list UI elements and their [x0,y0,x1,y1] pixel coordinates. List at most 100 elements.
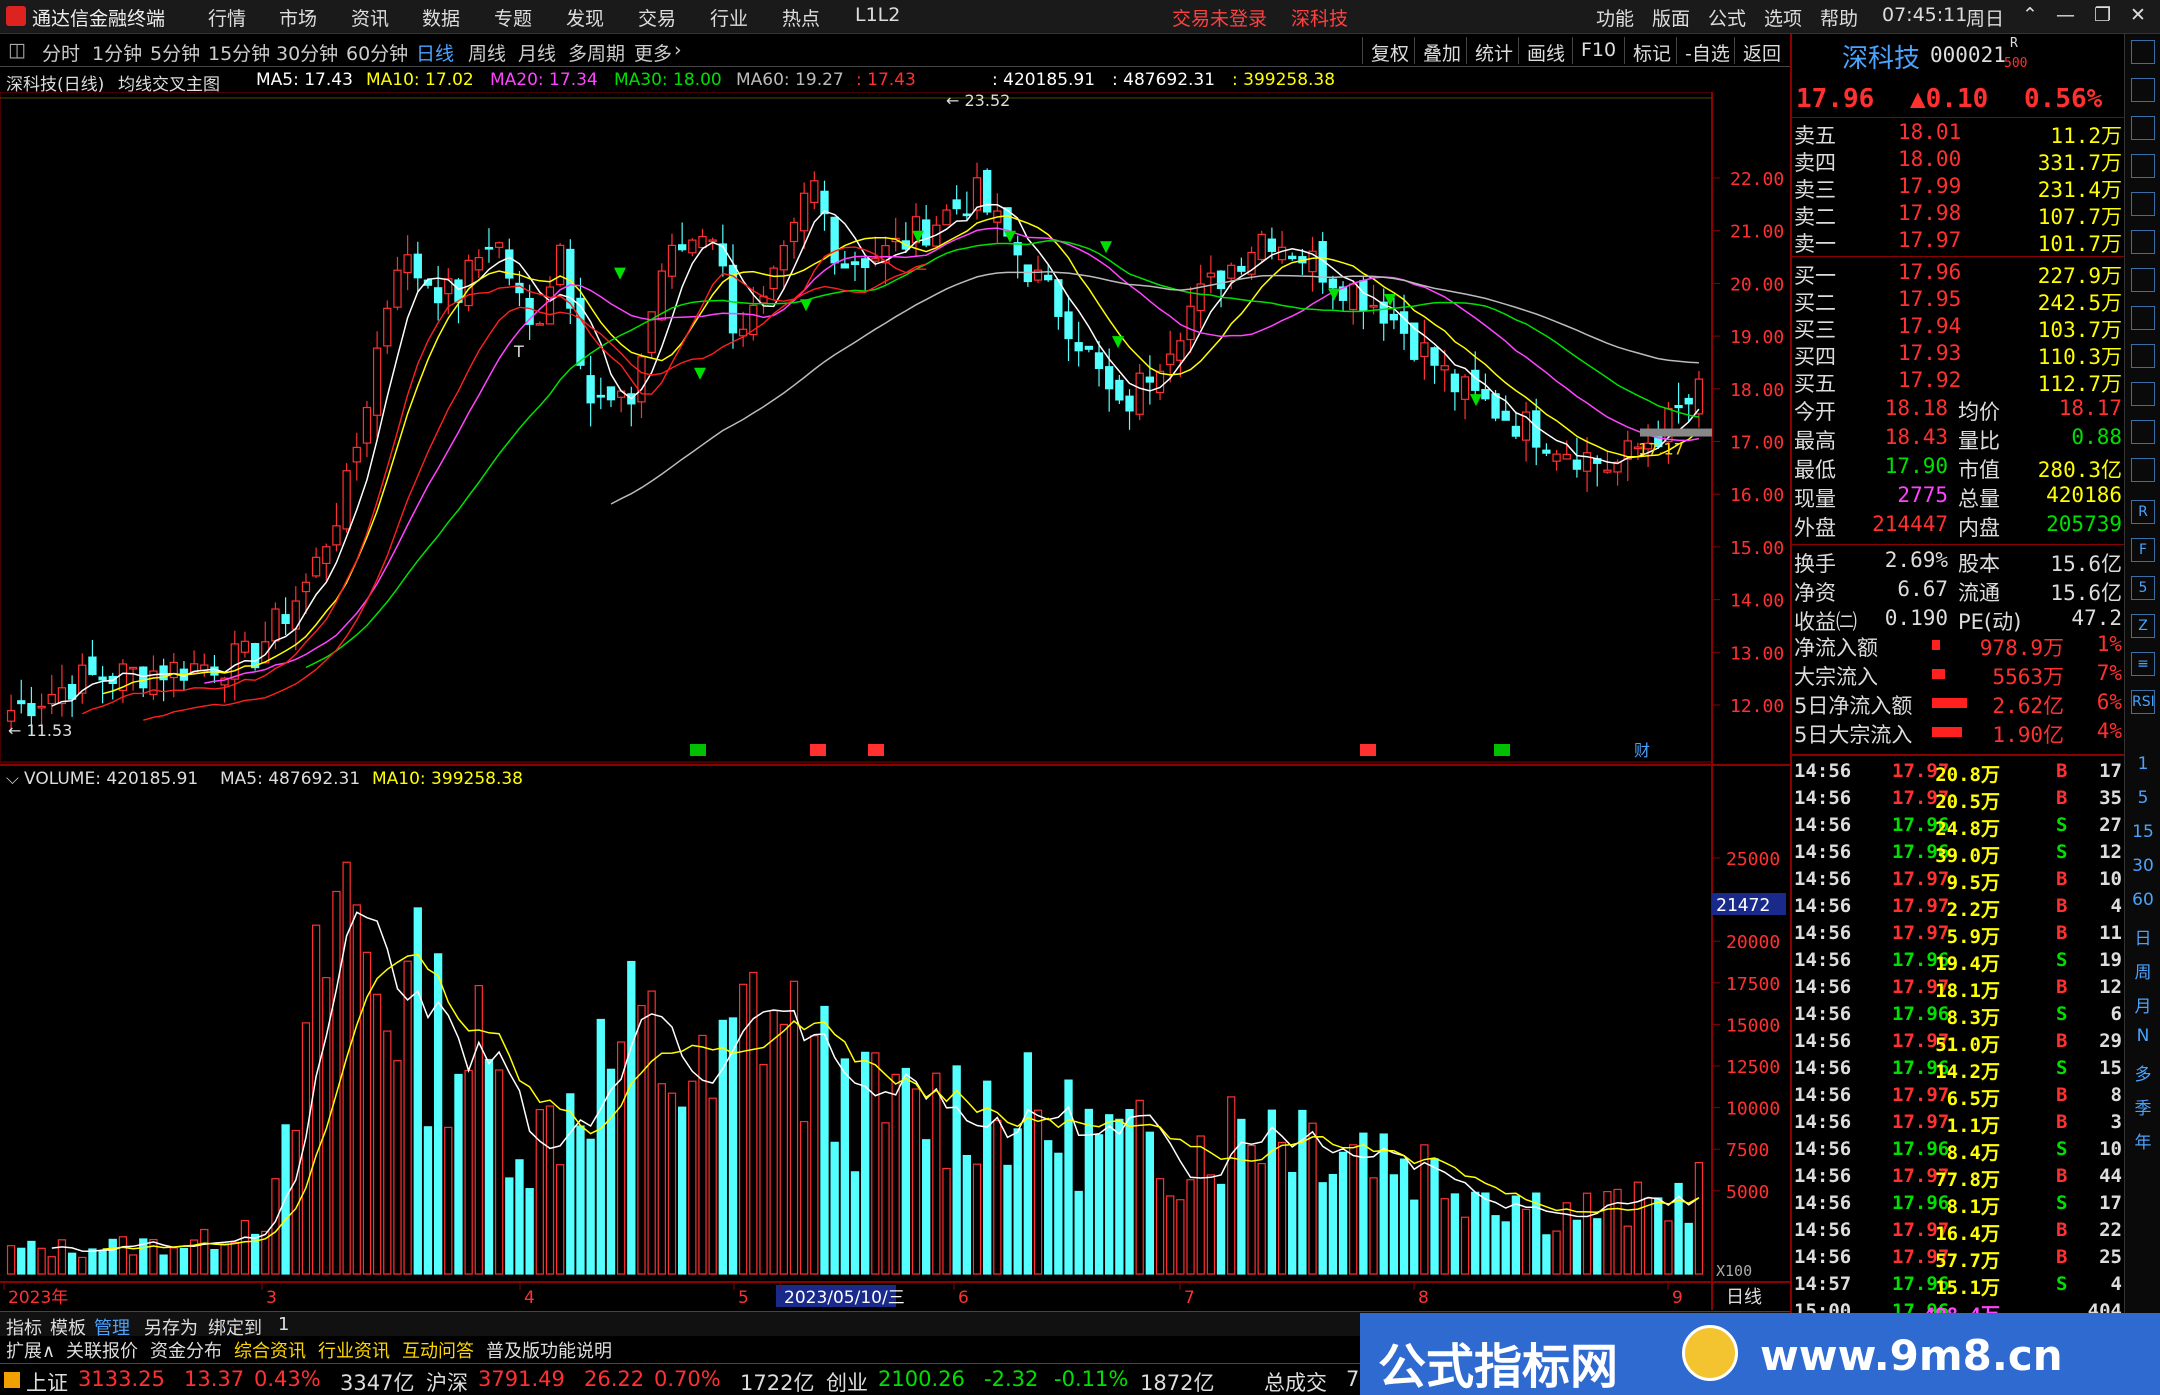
tab-5min[interactable]: 5分钟 [150,39,200,66]
index-name[interactable]: 沪深 [426,1367,468,1395]
ad-banner[interactable]: 公式指标网 www.9m8.cn [1360,1313,2160,1395]
ext-expand[interactable]: 扩展∧ [2,1337,59,1363]
btn-draw[interactable]: 画线 [1518,37,1573,65]
btn-overlay[interactable]: 叠加 [1414,37,1469,65]
side-period-label[interactable]: 年 [2125,1128,2160,1153]
bid-row[interactable]: 买三 17.94 103.7万 [1792,314,2126,342]
side-period-label[interactable]: 季 [2125,1094,2160,1119]
radar-icon[interactable] [2131,40,2155,64]
stock-link[interactable]: 深科技 [1291,4,1348,31]
ext-qa[interactable]: 互动问答 [398,1337,478,1363]
ask-row[interactable]: 卖三 17.99 231.4万 [1792,174,2126,202]
menu-item-options[interactable]: 选项 [1764,4,1802,31]
menu-item-help[interactable]: 帮助 [1820,4,1858,31]
bid-row[interactable]: 买五 17.92 112.7万 [1792,368,2126,396]
bid-row[interactable]: 买一 17.96 227.9万 [1792,260,2126,288]
tab-daily[interactable]: 日线 [416,39,454,66]
menu-item-industry[interactable]: 行业 [710,4,748,31]
ext-industry[interactable]: 行业资讯 [314,1337,394,1363]
side-period-label[interactable]: 日 [2125,924,2160,949]
side-period-label[interactable]: 多 [2125,1060,2160,1085]
candle-body [698,235,707,249]
grid-icon[interactable] [2131,458,2155,482]
ask-row[interactable]: 卖二 17.98 107.7万 [1792,201,2126,229]
status-icon[interactable] [4,1372,20,1388]
up-double-icon[interactable] [2131,116,2155,140]
tab-monthly[interactable]: 月线 [518,39,556,66]
volume-bar [1430,1158,1439,1275]
side-period-label[interactable]: 1 [2125,754,2160,774]
trade-status[interactable]: 交易未登录 [1172,4,1267,31]
restore-icon[interactable]: ❐ [2094,4,2111,26]
menu-item-layout[interactable]: 版面 [1652,4,1690,31]
tab-30min[interactable]: 30分钟 [276,39,338,66]
tab-one[interactable]: 1 [278,1314,289,1335]
btn-watchlist[interactable]: -自选 [1676,37,1738,65]
menu-item-hot[interactable]: 热点 [782,4,820,31]
side-period-label[interactable]: N [2125,1026,2160,1046]
report-icon[interactable] [2131,268,2155,292]
window-icon[interactable] [2131,154,2155,178]
side-tool-icon[interactable]: F [2131,538,2155,562]
menu-item-hq[interactable]: 行情 [208,4,246,31]
bid-row[interactable]: 买二 17.95 242.5万 [1792,287,2126,315]
btn-stats[interactable]: 统计 [1466,37,1521,65]
db-icon[interactable] [2131,344,2155,368]
menu-item-function[interactable]: 功能 [1596,4,1634,31]
index-name[interactable]: 创业 [826,1367,868,1395]
ask-row[interactable]: 卖五 18.01 11.2万 [1792,120,2126,148]
menu-item-l1l2[interactable]: L1L2 [855,4,900,26]
close-icon[interactable]: ✕ [2130,4,2146,26]
menu-item-market[interactable]: 市场 [279,4,317,31]
ext-related[interactable]: 关联报价 [62,1337,142,1363]
ext-fund[interactable]: 资金分布 [146,1337,226,1363]
list-icon[interactable] [2131,420,2155,444]
vol-collapse-icon[interactable]: ⌵ [6,769,19,789]
btn-back[interactable]: 返回 [1734,37,1789,65]
tick-list[interactable]: 14:56 17.97 20.8万 B 17 14:56 17.97 20.5万 B 35 14:5… [1792,754,2126,1334]
flag-icon[interactable] [2131,382,2155,406]
kline-chart[interactable]: 22.00 21.00 20.00 19.00 18.00 17.00 16.00 15.00… [0,92,1790,1332]
btn-mark[interactable]: 标记 [1624,37,1679,65]
side-period-label[interactable]: 30 [2125,856,2160,876]
building-icon[interactable] [2131,306,2155,330]
up-icon[interactable] [2131,78,2155,102]
tab-weekly[interactable]: 周线 [468,39,506,66]
side-tool-icon[interactable]: ≡ [2131,652,2155,676]
chart-icon[interactable] [2131,230,2155,254]
side-tool-icon[interactable]: R [2131,500,2155,524]
side-period-label[interactable]: 月 [2125,992,2160,1017]
table-icon[interactable] [2131,192,2155,216]
menu-item-data[interactable]: 数据 [422,4,460,31]
menu-item-trade[interactable]: 交易 [638,4,676,31]
menu-item-news[interactable]: 资讯 [351,4,389,31]
side-tool-icon[interactable]: 5 [2131,576,2155,600]
ask-row[interactable]: 卖一 17.97 101.7万 [1792,228,2126,256]
tab-multi[interactable]: 多周期 [568,39,625,66]
tab-fenshi[interactable]: 分时 [42,39,80,66]
more-chevron-icon[interactable]: › [674,39,682,61]
minimize-icon[interactable]: — [2056,4,2075,26]
bid-row[interactable]: 买四 17.93 110.3万 [1792,341,2126,369]
tab-15min[interactable]: 15分钟 [208,39,270,66]
side-period-label[interactable]: 5 [2125,788,2160,808]
chevron-up-icon[interactable]: ⌃ [2022,4,2038,26]
btn-f10[interactable]: F10 [1572,37,1624,64]
btn-fuquan[interactable]: 复权 [1362,37,1417,65]
ext-help[interactable]: 普及版功能说明 [482,1337,616,1363]
tab-more[interactable]: 更多 [634,39,672,66]
side-period-label[interactable]: 60 [2125,890,2160,910]
side-period-label[interactable]: 周 [2125,958,2160,983]
menu-item-topic[interactable]: 专题 [494,4,532,31]
side-period-label[interactable]: 15 [2125,822,2160,842]
side-tool-icon[interactable]: RSI [2131,690,2155,714]
sidebar-toggle-icon[interactable]: ◫ [8,39,26,61]
ext-news[interactable]: 综合资讯 [230,1337,310,1363]
menu-item-formula[interactable]: 公式 [1708,4,1746,31]
tab-1min[interactable]: 1分钟 [92,39,142,66]
ask-row[interactable]: 卖四 18.00 331.7万 [1792,147,2126,175]
tab-60min[interactable]: 60分钟 [346,39,408,66]
menu-item-discover[interactable]: 发现 [566,4,604,31]
side-tool-icon[interactable]: Z [2131,614,2155,638]
index-name[interactable]: 上证 [26,1367,68,1395]
